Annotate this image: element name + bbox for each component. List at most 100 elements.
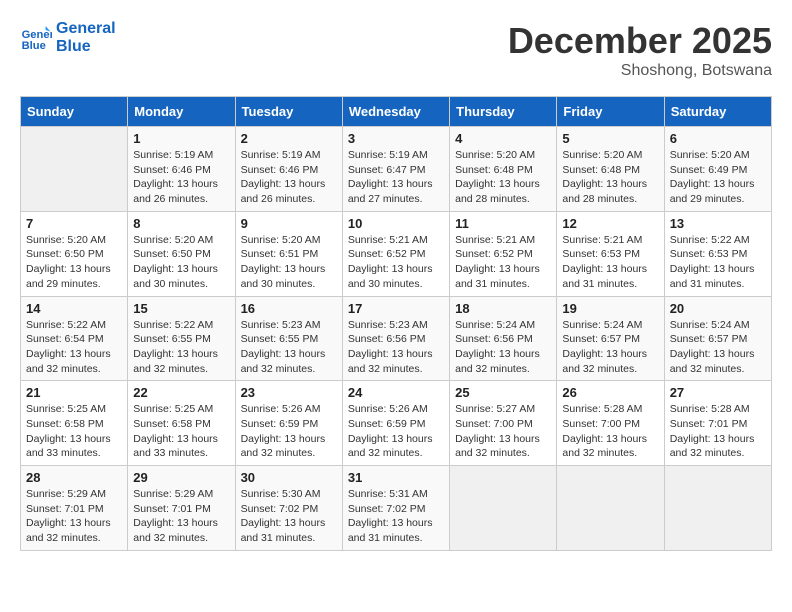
day-number: 8 — [133, 216, 229, 231]
day-info: Sunrise: 5:19 AM Sunset: 6:46 PM Dayligh… — [133, 148, 229, 207]
day-number: 9 — [241, 216, 337, 231]
day-info: Sunrise: 5:20 AM Sunset: 6:48 PM Dayligh… — [562, 148, 658, 207]
calendar-cell: 4 Sunrise: 5:20 AM Sunset: 6:48 PM Daylig… — [450, 127, 557, 212]
month-title: December 2025 — [508, 20, 772, 62]
day-info: Sunrise: 5:19 AM Sunset: 6:46 PM Dayligh… — [241, 148, 337, 207]
day-info: Sunrise: 5:25 AM Sunset: 6:58 PM Dayligh… — [133, 402, 229, 461]
col-header-tuesday: Tuesday — [235, 97, 342, 127]
title-block: December 2025 Shoshong, Botswana — [508, 20, 772, 80]
location-subtitle: Shoshong, Botswana — [508, 62, 772, 80]
day-info: Sunrise: 5:29 AM Sunset: 7:01 PM Dayligh… — [26, 487, 122, 546]
day-info: Sunrise: 5:20 AM Sunset: 6:50 PM Dayligh… — [133, 233, 229, 292]
calendar-cell: 1 Sunrise: 5:19 AM Sunset: 6:46 PM Daylig… — [128, 127, 235, 212]
calendar-cell: 23 Sunrise: 5:26 AM Sunset: 6:59 PM Dayli… — [235, 381, 342, 466]
logo-text-blue: Blue — [56, 38, 116, 56]
day-number: 16 — [241, 301, 337, 316]
calendar-cell: 15 Sunrise: 5:22 AM Sunset: 6:55 PM Dayli… — [128, 296, 235, 381]
day-info: Sunrise: 5:30 AM Sunset: 7:02 PM Dayligh… — [241, 487, 337, 546]
day-number: 11 — [455, 216, 551, 231]
day-number: 10 — [348, 216, 444, 231]
col-header-wednesday: Wednesday — [342, 97, 449, 127]
day-info: Sunrise: 5:20 AM Sunset: 6:49 PM Dayligh… — [670, 148, 766, 207]
col-header-friday: Friday — [557, 97, 664, 127]
day-number: 15 — [133, 301, 229, 316]
calendar-cell: 21 Sunrise: 5:25 AM Sunset: 6:58 PM Dayli… — [21, 381, 128, 466]
day-number: 25 — [455, 385, 551, 400]
day-number: 22 — [133, 385, 229, 400]
logo-text-general: General — [56, 20, 116, 38]
calendar-cell: 3Sunrise: 5:19 AM Sunset: 6:47 PM Daylig… — [342, 127, 449, 212]
calendar-cell: 2 Sunrise: 5:19 AM Sunset: 6:46 PM Daylig… — [235, 127, 342, 212]
day-number: 4 — [455, 131, 551, 146]
calendar-cell: 24 Sunrise: 5:26 AM Sunset: 6:59 PM Dayli… — [342, 381, 449, 466]
calendar-cell: 7 Sunrise: 5:20 AM Sunset: 6:50 PM Daylig… — [21, 211, 128, 296]
day-number: 2 — [241, 131, 337, 146]
calendar-cell: 6 Sunrise: 5:20 AM Sunset: 6:49 PM Daylig… — [664, 127, 771, 212]
day-number: 19 — [562, 301, 658, 316]
week-row-3: 14 Sunrise: 5:22 AM Sunset: 6:54 PM Dayli… — [21, 296, 772, 381]
logo-icon: General Blue — [20, 22, 52, 54]
day-info: Sunrise: 5:28 AM Sunset: 7:00 PM Dayligh… — [562, 402, 658, 461]
calendar-cell: 30Sunrise: 5:30 AM Sunset: 7:02 PM Dayli… — [235, 466, 342, 551]
calendar-cell — [450, 466, 557, 551]
day-info: Sunrise: 5:25 AM Sunset: 6:58 PM Dayligh… — [26, 402, 122, 461]
calendar-cell: 20Sunrise: 5:24 AM Sunset: 6:57 PM Dayli… — [664, 296, 771, 381]
day-info: Sunrise: 5:21 AM Sunset: 6:52 PM Dayligh… — [455, 233, 551, 292]
day-number: 24 — [348, 385, 444, 400]
calendar-cell: 16 Sunrise: 5:23 AM Sunset: 6:55 PM Dayli… — [235, 296, 342, 381]
calendar-cell: 28 Sunrise: 5:29 AM Sunset: 7:01 PM Dayli… — [21, 466, 128, 551]
day-number: 14 — [26, 301, 122, 316]
calendar-cell — [664, 466, 771, 551]
day-number: 1 — [133, 131, 229, 146]
day-number: 21 — [26, 385, 122, 400]
day-number: 5 — [562, 131, 658, 146]
week-row-2: 7 Sunrise: 5:20 AM Sunset: 6:50 PM Daylig… — [21, 211, 772, 296]
calendar-cell: 11 Sunrise: 5:21 AM Sunset: 6:52 PM Dayli… — [450, 211, 557, 296]
svg-text:General: General — [22, 29, 52, 41]
calendar-cell: 26 Sunrise: 5:28 AM Sunset: 7:00 PM Dayli… — [557, 381, 664, 466]
calendar-cell: 5 Sunrise: 5:20 AM Sunset: 6:48 PM Daylig… — [557, 127, 664, 212]
day-number: 31 — [348, 470, 444, 485]
day-info: Sunrise: 5:22 AM Sunset: 6:54 PM Dayligh… — [26, 318, 122, 377]
day-info: Sunrise: 5:28 AM Sunset: 7:01 PM Dayligh… — [670, 402, 766, 461]
calendar-cell: 12 Sunrise: 5:21 AM Sunset: 6:53 PM Dayli… — [557, 211, 664, 296]
calendar-cell: 8 Sunrise: 5:20 AM Sunset: 6:50 PM Daylig… — [128, 211, 235, 296]
day-number: 28 — [26, 470, 122, 485]
calendar-cell: 22 Sunrise: 5:25 AM Sunset: 6:58 PM Dayli… — [128, 381, 235, 466]
day-info: Sunrise: 5:26 AM Sunset: 6:59 PM Dayligh… — [241, 402, 337, 461]
logo: General Blue General Blue — [20, 20, 116, 55]
day-info: Sunrise: 5:22 AM Sunset: 6:53 PM Dayligh… — [670, 233, 766, 292]
day-info: Sunrise: 5:22 AM Sunset: 6:55 PM Dayligh… — [133, 318, 229, 377]
day-info: Sunrise: 5:27 AM Sunset: 7:00 PM Dayligh… — [455, 402, 551, 461]
calendar-cell: 13Sunrise: 5:22 AM Sunset: 6:53 PM Dayli… — [664, 211, 771, 296]
calendar-cell: 14 Sunrise: 5:22 AM Sunset: 6:54 PM Dayli… — [21, 296, 128, 381]
header-row: SundayMondayTuesdayWednesdayThursdayFrid… — [21, 97, 772, 127]
week-row-5: 28 Sunrise: 5:29 AM Sunset: 7:01 PM Dayli… — [21, 466, 772, 551]
day-number: 23 — [241, 385, 337, 400]
col-header-monday: Monday — [128, 97, 235, 127]
day-number: 29 — [133, 470, 229, 485]
calendar-cell: 17Sunrise: 5:23 AM Sunset: 6:56 PM Dayli… — [342, 296, 449, 381]
week-row-1: 1 Sunrise: 5:19 AM Sunset: 6:46 PM Daylig… — [21, 127, 772, 212]
day-number: 6 — [670, 131, 766, 146]
day-number: 12 — [562, 216, 658, 231]
calendar-cell: 25 Sunrise: 5:27 AM Sunset: 7:00 PM Dayli… — [450, 381, 557, 466]
day-info: Sunrise: 5:21 AM Sunset: 6:52 PM Dayligh… — [348, 233, 444, 292]
calendar-cell: 18Sunrise: 5:24 AM Sunset: 6:56 PM Dayli… — [450, 296, 557, 381]
day-number: 7 — [26, 216, 122, 231]
day-info: Sunrise: 5:20 AM Sunset: 6:48 PM Dayligh… — [455, 148, 551, 207]
day-info: Sunrise: 5:24 AM Sunset: 6:57 PM Dayligh… — [562, 318, 658, 377]
day-info: Sunrise: 5:26 AM Sunset: 6:59 PM Dayligh… — [348, 402, 444, 461]
calendar-table: SundayMondayTuesdayWednesdayThursdayFrid… — [20, 96, 772, 551]
day-number: 26 — [562, 385, 658, 400]
calendar-cell: 9 Sunrise: 5:20 AM Sunset: 6:51 PM Daylig… — [235, 211, 342, 296]
col-header-thursday: Thursday — [450, 97, 557, 127]
day-info: Sunrise: 5:23 AM Sunset: 6:55 PM Dayligh… — [241, 318, 337, 377]
day-info: Sunrise: 5:20 AM Sunset: 6:51 PM Dayligh… — [241, 233, 337, 292]
day-info: Sunrise: 5:20 AM Sunset: 6:50 PM Dayligh… — [26, 233, 122, 292]
calendar-cell — [21, 127, 128, 212]
day-number: 17 — [348, 301, 444, 316]
day-info: Sunrise: 5:21 AM Sunset: 6:53 PM Dayligh… — [562, 233, 658, 292]
day-info: Sunrise: 5:31 AM Sunset: 7:02 PM Dayligh… — [348, 487, 444, 546]
calendar-cell: 10 Sunrise: 5:21 AM Sunset: 6:52 PM Dayli… — [342, 211, 449, 296]
